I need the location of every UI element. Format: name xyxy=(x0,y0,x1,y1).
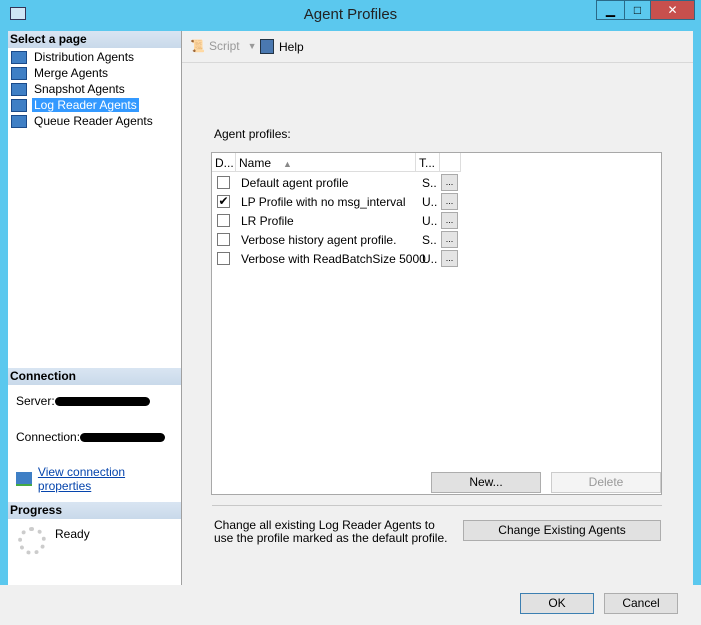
sort-ascending-icon: ▲ xyxy=(283,159,292,169)
profile-properties-button[interactable]: ... xyxy=(441,250,458,267)
default-checkbox[interactable]: ✔ xyxy=(217,195,230,208)
page-merge-agents[interactable]: Merge Agents xyxy=(11,65,110,81)
agent-icon xyxy=(11,50,27,64)
profile-properties-button[interactable]: ... xyxy=(441,231,458,248)
view-connection-properties[interactable]: View connection properties xyxy=(16,465,181,493)
agent-icon xyxy=(11,82,27,96)
agent-profiles-grid[interactable]: D... Name ▲ T... Default agent profile S.… xyxy=(211,152,662,495)
column-header-name[interactable]: Name ▲ xyxy=(236,153,416,172)
profile-type: S.. xyxy=(422,176,437,190)
redacted-server xyxy=(54,397,150,407)
name-header-label: Name xyxy=(239,156,272,170)
page-queue-reader-agents[interactable]: Queue Reader Agents xyxy=(11,113,155,129)
connection-header: Connection xyxy=(8,368,181,385)
page-label: Log Reader Agents xyxy=(32,98,139,112)
default-checkbox[interactable] xyxy=(217,214,230,227)
progress-status: Ready xyxy=(55,527,90,541)
default-checkbox[interactable] xyxy=(217,233,230,246)
profile-type: U.. xyxy=(422,195,438,209)
server-label: Server: xyxy=(16,394,55,408)
profile-name: LR Profile xyxy=(241,214,294,228)
profile-type: U.. xyxy=(422,214,438,228)
view-connection-properties-link[interactable]: View connection properties xyxy=(38,465,181,493)
help-button[interactable]: Help xyxy=(260,39,304,54)
main-panel: 📜 Script ▼ Help Agent profiles: D... Name ▲… xyxy=(182,31,693,585)
table-row[interactable]: Verbose history agent profile. S.. ... xyxy=(212,230,462,249)
page-distribution-agents[interactable]: Distribution Agents xyxy=(11,49,136,65)
minimize-button[interactable]: ▁ xyxy=(596,0,625,20)
agent-icon xyxy=(11,66,27,80)
server-info: Server: xyxy=(16,394,150,408)
page-label: Merge Agents xyxy=(34,66,109,80)
chevron-down-icon[interactable]: ▼ xyxy=(248,41,257,51)
table-row[interactable]: Default agent profile S.. ... xyxy=(212,173,462,192)
change-description: Change all existing Log Reader Agents to… xyxy=(214,518,448,545)
profile-properties-button[interactable]: ... xyxy=(441,212,458,229)
default-checkbox[interactable] xyxy=(217,252,230,265)
select-page-header: Select a page xyxy=(8,31,181,48)
table-row[interactable]: Verbose with ReadBatchSize 5000 U.. ... xyxy=(212,249,462,268)
redacted-connection xyxy=(80,433,166,443)
profile-type: S.. xyxy=(422,233,437,247)
script-button[interactable]: 📜 Script ▼ xyxy=(190,39,257,53)
agent-icon xyxy=(11,98,27,112)
cancel-button[interactable]: Cancel xyxy=(604,593,678,614)
sidebar: Select a page Distribution Agents Merge … xyxy=(8,31,182,585)
default-checkbox[interactable] xyxy=(217,176,230,189)
close-button[interactable]: ✕ xyxy=(650,0,695,20)
dialog-footer: OK Cancel xyxy=(0,585,701,625)
content: Agent profiles: D... Name ▲ T... Default … xyxy=(182,64,693,585)
table-row[interactable]: LR Profile U.. ... xyxy=(212,211,462,230)
profile-properties-button[interactable]: ... xyxy=(441,174,458,191)
profile-type: U.. xyxy=(422,252,438,266)
delete-button[interactable]: Delete xyxy=(551,472,661,493)
separator xyxy=(212,505,662,506)
profile-name: Verbose history agent profile. xyxy=(241,233,397,247)
agent-profiles-label: Agent profiles: xyxy=(214,127,291,141)
column-header-type[interactable]: T... xyxy=(416,153,440,172)
page-log-reader-agents[interactable]: Log Reader Agents xyxy=(11,97,139,113)
connection-icon xyxy=(16,472,32,486)
connection-label: Connection: xyxy=(16,430,81,444)
page-label: Queue Reader Agents xyxy=(34,114,153,128)
profile-name: Verbose with ReadBatchSize 5000 xyxy=(241,252,426,266)
progress-spinner-icon xyxy=(18,527,46,555)
agent-icon xyxy=(11,114,27,128)
new-button[interactable]: New... xyxy=(431,472,541,493)
progress-header: Progress xyxy=(8,502,181,519)
column-header-default[interactable]: D... xyxy=(212,153,236,172)
page-label: Snapshot Agents xyxy=(34,82,125,96)
help-label: Help xyxy=(279,39,304,54)
script-label: Script xyxy=(208,39,240,53)
profile-name: Default agent profile xyxy=(241,176,349,190)
page-snapshot-agents[interactable]: Snapshot Agents xyxy=(11,81,127,97)
toolbar: 📜 Script ▼ Help xyxy=(182,31,693,63)
connection-info: Connection: xyxy=(16,430,166,444)
change-existing-agents-button[interactable]: Change Existing Agents xyxy=(463,520,661,541)
column-header-blank xyxy=(440,153,461,172)
help-icon xyxy=(260,39,274,54)
ok-button[interactable]: OK xyxy=(520,593,594,614)
table-row[interactable]: ✔ LP Profile with no msg_interval U.. ..… xyxy=(212,192,462,211)
script-icon: 📜 xyxy=(190,39,205,53)
page-label: Distribution Agents xyxy=(34,50,135,64)
profile-name: LP Profile with no msg_interval xyxy=(241,195,406,209)
maximize-button[interactable]: □ xyxy=(624,0,651,20)
title-bar: Agent Profiles ▁ □ ✕ xyxy=(0,0,701,30)
profile-properties-button[interactable]: ... xyxy=(441,193,458,210)
